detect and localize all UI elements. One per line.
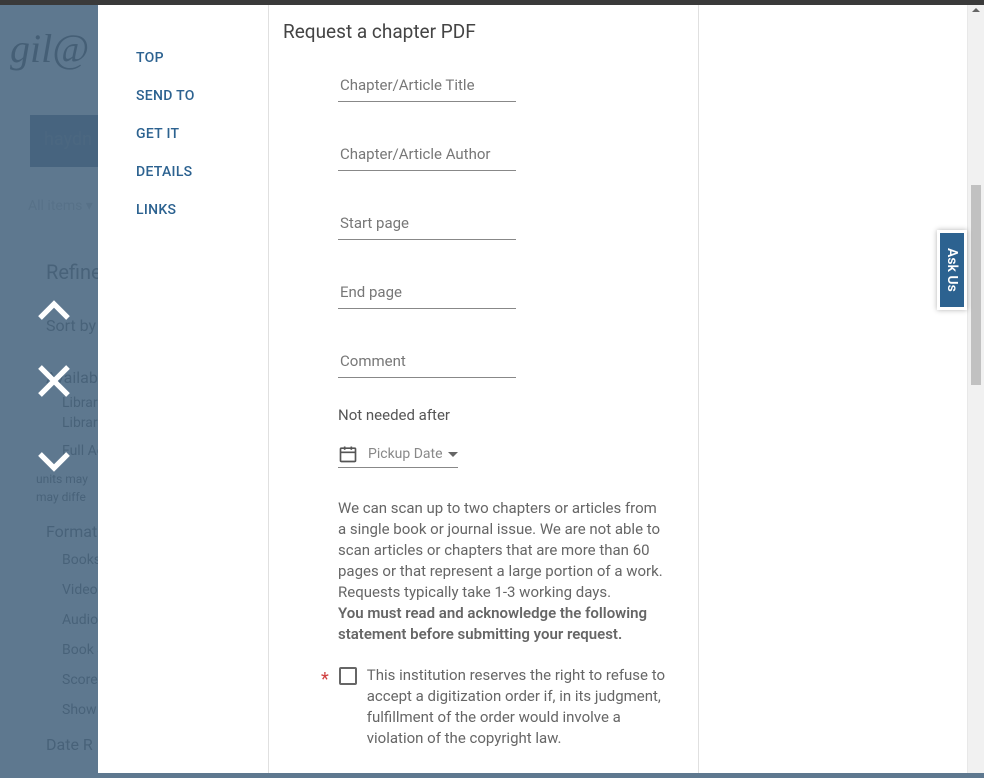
acknowledgment-text: This institution reserves the right to r… [367, 665, 666, 749]
calendar-icon [338, 444, 358, 464]
close-icon [33, 360, 75, 402]
pickup-date-picker[interactable]: Pickup Date [338, 444, 458, 468]
chapter-author-input[interactable] [338, 147, 516, 171]
not-needed-after-label: Not needed after [338, 406, 684, 424]
required-star-icon: * [321, 671, 329, 689]
acknowledgment-checkbox[interactable] [339, 667, 357, 685]
nav-top[interactable]: TOP [136, 50, 268, 66]
chevron-up-icon [33, 290, 75, 332]
chapter-author-field: Chapter/Article Author [338, 147, 516, 171]
comment-field: Comment [338, 354, 516, 378]
next-result-button[interactable] [33, 440, 75, 486]
comment-input[interactable] [338, 354, 516, 378]
chapter-title-field: Chapter/Article Title [338, 78, 516, 102]
ack-required-text: You must read and acknowledge the follow… [338, 604, 647, 643]
nav-details[interactable]: DETAILS [136, 164, 268, 180]
end-page-input[interactable] [338, 285, 516, 309]
acknowledgment-row: * This institution reserves the right to… [321, 665, 666, 749]
modal-nav-sidebar: TOP SEND TO GET IT DETAILS LINKS [98, 5, 268, 773]
start-page-input[interactable] [338, 216, 516, 240]
scan-info-text: We can scan up to two chapters or articl… [338, 498, 666, 645]
nav-get-it[interactable]: GET IT [136, 126, 268, 142]
chevron-down-icon [33, 440, 75, 482]
scroll-up-icon [972, 8, 980, 12]
ask-us-button[interactable]: Ask Us [937, 230, 967, 310]
pickup-date-label: Pickup Date [368, 446, 448, 462]
scrollbar[interactable] [967, 5, 984, 773]
end-page-field: End page [338, 285, 516, 309]
start-page-field: Start page [338, 216, 516, 240]
scroll-thumb[interactable] [971, 185, 981, 385]
nav-links[interactable]: LINKS [136, 202, 268, 218]
right-blank-panel [699, 5, 984, 773]
close-modal-button[interactable] [33, 360, 75, 406]
dropdown-arrow-icon [448, 452, 458, 457]
chapter-title-input[interactable] [338, 78, 516, 102]
request-form-panel: Request a chapter PDF Chapter/Article Ti… [268, 5, 699, 773]
nav-send-to[interactable]: SEND TO [136, 88, 268, 104]
prev-result-button[interactable] [33, 290, 75, 336]
form-heading: Request a chapter PDF [283, 20, 684, 43]
